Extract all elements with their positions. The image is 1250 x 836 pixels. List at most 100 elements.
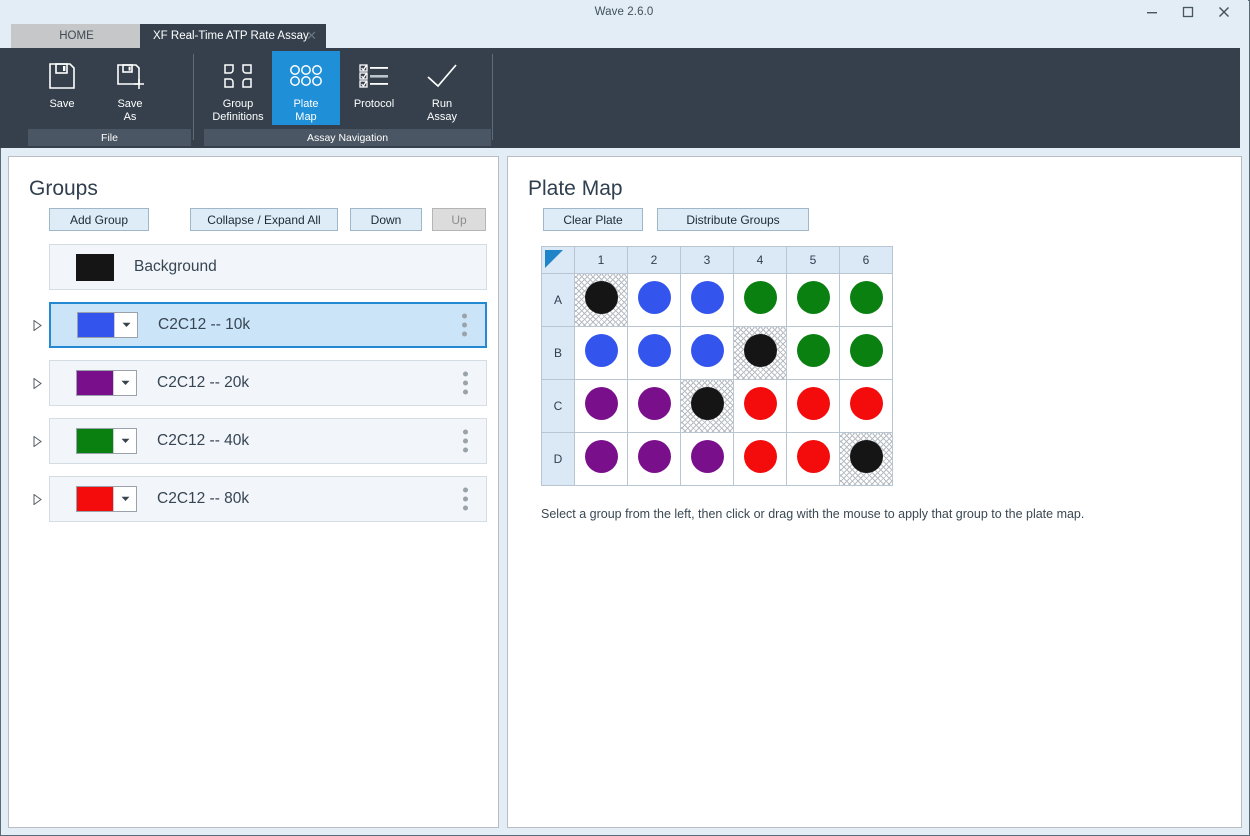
group-options-menu-icon[interactable] <box>463 372 468 395</box>
group-name-label: C2C12 -- 80k <box>157 490 249 508</box>
plate-row-header-b[interactable]: B <box>542 327 575 380</box>
well-dot <box>691 281 724 314</box>
plate-well-C2[interactable] <box>628 380 681 433</box>
plate-well-C3[interactable] <box>681 380 734 433</box>
expander-toggle-icon[interactable] <box>25 378 49 389</box>
group-options-menu-icon[interactable] <box>463 488 468 511</box>
chevron-down-icon[interactable] <box>113 487 136 511</box>
ribbon-button-save[interactable]: Save <box>28 51 96 125</box>
group-row-c2c12-40k[interactable]: C2C12 -- 40k <box>25 418 487 464</box>
plate-map-hint-text: Select a group from the left, then click… <box>541 507 1084 521</box>
plate-map-grid[interactable]: 1 2 3 4 5 6 ABCD <box>541 246 893 486</box>
chevron-down-icon[interactable] <box>113 429 136 453</box>
group-row-background[interactable]: Background <box>25 244 487 290</box>
plate-column-header-6[interactable]: 6 <box>840 247 893 274</box>
plate-well-A1[interactable] <box>575 274 628 327</box>
tab-close-icon[interactable]: ✕ <box>306 28 317 43</box>
plate-well-C6[interactable] <box>840 380 893 433</box>
chevron-down-icon[interactable] <box>113 371 136 395</box>
plate-well-A5[interactable] <box>787 274 840 327</box>
plate-well-D4[interactable] <box>734 433 787 486</box>
group-list: Background C2C12 -- 10k <box>25 244 487 534</box>
plate-well-B3[interactable] <box>681 327 734 380</box>
plate-well-D2[interactable] <box>628 433 681 486</box>
plate-row-header-c[interactable]: C <box>542 380 575 433</box>
plate-row-header-d[interactable]: D <box>542 433 575 486</box>
plate-well-A4[interactable] <box>734 274 787 327</box>
expander-toggle-icon[interactable] <box>25 320 49 331</box>
maximize-button[interactable] <box>1170 1 1206 23</box>
plate-well-B4[interactable] <box>734 327 787 380</box>
plate-well-B5[interactable] <box>787 327 840 380</box>
plate-well-B1[interactable] <box>575 327 628 380</box>
plate-well-C5[interactable] <box>787 380 840 433</box>
ribbon-group-file: Save SaveAs File <box>11 48 191 148</box>
group-color-swatch <box>77 371 113 395</box>
plate-well-D6[interactable] <box>840 433 893 486</box>
close-button[interactable] <box>1206 1 1242 23</box>
group-color-picker[interactable] <box>76 486 137 512</box>
plate-well-B6[interactable] <box>840 327 893 380</box>
well-dot <box>585 334 618 367</box>
group-row-c2c12-80k[interactable]: C2C12 -- 80k <box>25 476 487 522</box>
plate-well-A2[interactable] <box>628 274 681 327</box>
ribbon-button-save-as[interactable]: SaveAs <box>96 51 164 125</box>
plate-column-header-2[interactable]: 2 <box>628 247 681 274</box>
plate-column-header-1[interactable]: 1 <box>575 247 628 274</box>
ribbon-group-file-label: File <box>28 129 191 146</box>
plate-well-A6[interactable] <box>840 274 893 327</box>
group-row-c2c12-20k[interactable]: C2C12 -- 20k <box>25 360 487 406</box>
ribbon-group-assay-navigation-label: Assay Navigation <box>204 129 491 146</box>
well-dot <box>850 281 883 314</box>
plate-grid-body: ABCD <box>542 274 893 486</box>
chevron-down-icon[interactable] <box>114 313 137 337</box>
add-group-button[interactable]: Add Group <box>49 208 149 231</box>
well-dot <box>850 440 883 473</box>
tab-xf-real-time-atp-rate-assay[interactable]: XF Real-Time ATP Rate Assay ✕ <box>140 24 326 48</box>
plate-well-D5[interactable] <box>787 433 840 486</box>
ribbon-button-run-assay[interactable]: RunAssay <box>408 51 476 125</box>
plate-well-C4[interactable] <box>734 380 787 433</box>
plate-well-B2[interactable] <box>628 327 681 380</box>
well-dot <box>691 334 724 367</box>
tab-home-label: HOME <box>59 30 94 42</box>
expander-toggle-icon[interactable] <box>25 436 49 447</box>
plate-row-a: A <box>542 274 893 327</box>
collapse-expand-all-button[interactable]: Collapse / Expand All <box>190 208 338 231</box>
title-bar: Wave 2.6.0 <box>0 0 1248 24</box>
plate-well-D1[interactable] <box>575 433 628 486</box>
group-color-picker[interactable] <box>76 370 137 396</box>
minimize-button[interactable] <box>1134 1 1170 23</box>
well-dot <box>850 387 883 420</box>
move-down-button[interactable]: Down <box>350 208 422 231</box>
plate-well-A3[interactable] <box>681 274 734 327</box>
distribute-groups-button[interactable]: Distribute Groups <box>657 208 809 231</box>
well-dot <box>744 387 777 420</box>
plate-row-header-a[interactable]: A <box>542 274 575 327</box>
group-name-label: C2C12 -- 20k <box>157 374 249 392</box>
clear-plate-button[interactable]: Clear Plate <box>543 208 643 231</box>
tab-home[interactable]: HOME <box>11 24 142 48</box>
plate-column-header-4[interactable]: 4 <box>734 247 787 274</box>
plate-well-D3[interactable] <box>681 433 734 486</box>
plate-column-header-3[interactable]: 3 <box>681 247 734 274</box>
plate-well-C1[interactable] <box>575 380 628 433</box>
plate-select-all-corner[interactable] <box>542 247 575 274</box>
ribbon-button-plate-map[interactable]: PlateMap <box>272 51 340 125</box>
plate-column-header-5[interactable]: 5 <box>787 247 840 274</box>
plate-grid-header-row: 1 2 3 4 5 6 <box>542 247 893 274</box>
move-up-button: Up <box>432 208 486 231</box>
group-options-menu-icon[interactable] <box>462 314 467 337</box>
well-dot <box>585 440 618 473</box>
well-dot <box>638 334 671 367</box>
corner-triangle-icon <box>545 250 563 268</box>
ribbon-button-protocol-label: Protocol <box>354 98 394 111</box>
group-options-menu-icon[interactable] <box>463 430 468 453</box>
ribbon-button-protocol[interactable]: Protocol <box>340 51 408 125</box>
group-color-swatch <box>77 487 113 511</box>
group-color-picker[interactable] <box>77 312 138 338</box>
group-color-picker[interactable] <box>76 428 137 454</box>
expander-toggle-icon[interactable] <box>25 494 49 505</box>
group-row-c2c12-10k[interactable]: C2C12 -- 10k <box>25 302 487 348</box>
ribbon-button-group-definitions[interactable]: GroupDefinitions <box>204 51 272 125</box>
